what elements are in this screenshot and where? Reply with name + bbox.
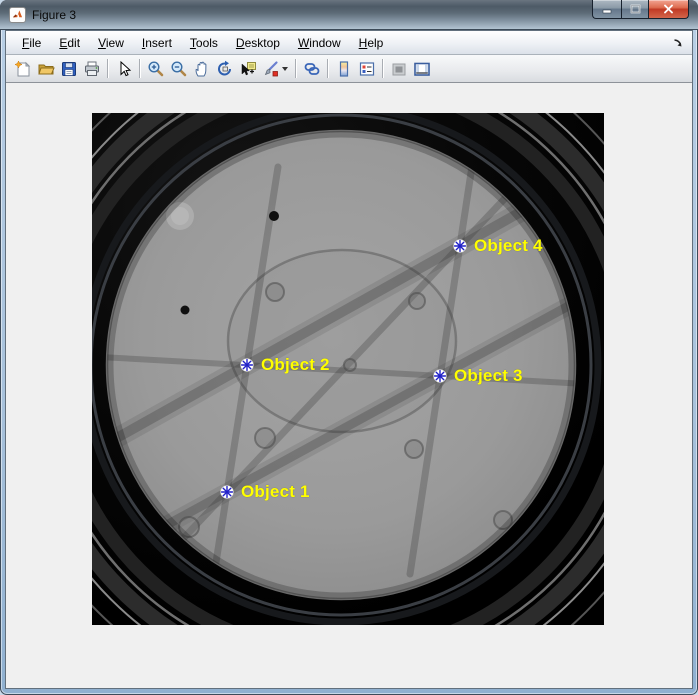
data-cursor-icon	[239, 60, 257, 78]
pan-button[interactable]	[190, 57, 213, 80]
brush-data-button[interactable]	[259, 57, 282, 80]
menu-window[interactable]: Window	[289, 33, 350, 53]
object-label: Object 2	[261, 355, 330, 375]
legend-icon	[358, 60, 376, 78]
printer-icon	[83, 60, 101, 78]
zoom-in-button[interactable]	[144, 57, 167, 80]
figure-toolbar	[6, 55, 692, 83]
dock-arrow-icon[interactable]	[670, 35, 686, 51]
zoom-in-icon	[147, 60, 165, 78]
rotate-icon	[216, 60, 234, 78]
asterisk-marker-icon	[433, 369, 447, 383]
close-button[interactable]	[649, 0, 689, 19]
asterisk-marker-icon	[220, 485, 234, 499]
print-figure-button[interactable]	[80, 57, 103, 80]
insert-colorbar-button[interactable]	[332, 57, 355, 80]
object-annotation: Object 1	[220, 482, 310, 502]
window-controls	[592, 0, 689, 19]
toolbar-separator	[327, 59, 328, 78]
brush-dropdown-caret[interactable]	[282, 67, 288, 71]
insert-legend-button[interactable]	[355, 57, 378, 80]
ct-image	[92, 113, 604, 625]
minimize-button[interactable]	[592, 0, 621, 19]
figure-window: Figure 3 File Edit View Insert Tools Des…	[0, 0, 698, 695]
object-label: Object 4	[474, 236, 543, 256]
hide-plot-tools-button[interactable]	[387, 57, 410, 80]
save-figure-button[interactable]	[57, 57, 80, 80]
hand-icon	[193, 60, 211, 78]
show-plot-tools-button[interactable]	[410, 57, 433, 80]
open-file-button[interactable]	[34, 57, 57, 80]
menu-edit[interactable]: Edit	[50, 33, 89, 53]
figure-canvas[interactable]: Object 1 Object 2	[92, 113, 604, 625]
toolbar-separator	[107, 59, 108, 78]
menu-tools[interactable]: Tools	[181, 33, 227, 53]
window-body: File Edit View Insert Tools Desktop Wind…	[5, 30, 693, 689]
data-cursor-button[interactable]	[236, 57, 259, 80]
title-bar[interactable]: Figure 3	[0, 0, 698, 30]
zoom-out-button[interactable]	[167, 57, 190, 80]
edit-plot-button[interactable]	[112, 57, 135, 80]
window-title: Figure 3	[32, 0, 76, 30]
menu-insert[interactable]: Insert	[133, 33, 181, 53]
figure-client-area: Object 1 Object 2	[6, 83, 692, 688]
toolbar-separator	[139, 59, 140, 78]
asterisk-marker-icon	[240, 358, 254, 372]
show-plot-tools-icon	[413, 60, 431, 78]
link-plot-button[interactable]	[300, 57, 323, 80]
menu-bar: File Edit View Insert Tools Desktop Wind…	[6, 31, 692, 55]
object-label: Object 1	[241, 482, 310, 502]
matlab-logo-icon	[9, 7, 26, 23]
object-annotation: Object 4	[453, 236, 543, 256]
menu-desktop[interactable]: Desktop	[227, 33, 289, 53]
brush-icon	[262, 60, 280, 78]
open-folder-icon	[37, 60, 55, 78]
new-figure-button[interactable]	[11, 57, 34, 80]
object-annotation: Object 2	[240, 355, 330, 375]
colorbar-icon	[335, 60, 353, 78]
new-figure-icon	[14, 60, 32, 78]
object-annotation: Object 3	[433, 366, 523, 386]
zoom-out-icon	[170, 60, 188, 78]
link-icon	[303, 60, 321, 78]
menu-help[interactable]: Help	[350, 33, 393, 53]
asterisk-marker-icon	[453, 239, 467, 253]
toolbar-separator	[295, 59, 296, 78]
rotate-3d-button[interactable]	[213, 57, 236, 80]
menu-file[interactable]: File	[13, 33, 50, 53]
object-label: Object 3	[454, 366, 523, 386]
save-icon	[60, 60, 78, 78]
hide-plot-tools-icon	[390, 60, 408, 78]
maximize-button[interactable]	[621, 0, 649, 19]
menu-view[interactable]: View	[89, 33, 133, 53]
toolbar-separator	[382, 59, 383, 78]
pointer-arrow-icon	[115, 60, 133, 78]
